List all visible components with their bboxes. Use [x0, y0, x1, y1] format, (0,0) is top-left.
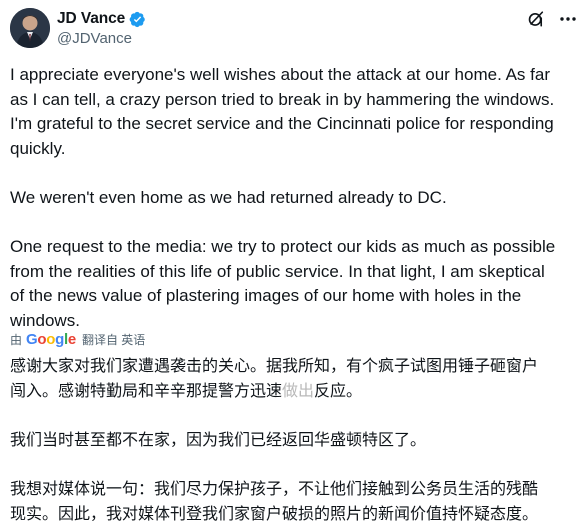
author-display-name[interactable]: JD Vance — [57, 10, 125, 28]
post-line: We weren't even home as we had returned … — [10, 187, 447, 207]
post: JD Vance @JDVance I appreciate everyone'… — [0, 0, 587, 532]
post-line: from the realities of this life of publi… — [10, 261, 545, 281]
post-paragraph-1: I appreciate everyone's well wishes abou… — [10, 63, 576, 161]
verified-badge-icon — [129, 11, 146, 28]
translated-line: 我们当时甚至都不在家，因为我们已经返回华盛顿特区了。 — [10, 429, 427, 449]
translated-line: 反应。 — [314, 380, 363, 400]
google-logo-letter: o — [37, 330, 47, 348]
post-paragraph-3: One request to the media: we try to prot… — [10, 235, 576, 333]
translated-paragraph-2: 我们当时甚至都不在家，因为我们已经返回华盛顿特区了。 — [10, 428, 576, 453]
post-line: I appreciate everyone's well wishes abou… — [10, 65, 550, 84]
more-icon[interactable] — [559, 10, 577, 28]
blurred-text: 做出 — [282, 380, 315, 400]
post-text: I appreciate everyone's well wishes abou… — [10, 63, 576, 334]
post-line: One request to the media: we try to prot… — [10, 237, 556, 257]
translated-paragraph-3: 我想对媒体说一句：我们尽力保护孩子，不让他们接触到公务员生活的残酷 现实。因此，… — [10, 477, 576, 526]
google-logo-letter: e — [67, 330, 76, 348]
avatar[interactable] — [10, 8, 50, 48]
google-logo-letter: g — [55, 330, 65, 348]
translated-by-label: 由 — [10, 332, 23, 347]
google-logo: Google — [26, 331, 76, 348]
google-logo-letter: G — [26, 330, 38, 348]
post-line: as I can tell, a crazy person tried to b… — [10, 89, 555, 109]
translated-paragraph-1: 感谢大家对我们家遭遇袭击的关心。据我所知，有个疯子试图用锤子砸窗户 闯入。感谢特… — [10, 354, 576, 403]
translated-line: 我想对媒体说一句：我们尽力保护孩子，不让他们接触到公务员生活的残酷 — [10, 478, 539, 498]
author-names: JD Vance @JDVance — [57, 9, 146, 47]
translated-from-link[interactable]: 翻译自 英语 — [82, 331, 145, 348]
translated-text: 感谢大家对我们家遭遇袭击的关心。据我所知，有个疯子试图用锤子砸窗户 闯入。感谢特… — [10, 354, 576, 526]
post-line: windows. — [10, 310, 80, 330]
post-line: I'm grateful to the secret service and t… — [10, 114, 554, 134]
post-line: quickly. — [10, 138, 66, 158]
grok-icon[interactable] — [527, 10, 545, 28]
post-line: of the news value of plastering images o… — [10, 286, 522, 306]
translated-line: 感谢大家对我们家遭遇袭击的关心。据我所知，有个疯子试图用锤子砸窗户 — [10, 356, 539, 375]
post-header: JD Vance @JDVance — [10, 8, 577, 52]
post-paragraph-2: We weren't even home as we had returned … — [10, 186, 576, 211]
google-logo-letter: o — [46, 330, 56, 348]
translation-attribution: 由 Google 翻译自 英语 — [10, 330, 145, 348]
translated-line: 闯入。感谢特勤局和辛辛那提警方迅速 — [10, 380, 283, 400]
translated-line: 现实。因此，我对媒体刊登我们家窗户破损的照片的新闻价值持怀疑态度。 — [10, 503, 539, 523]
author-handle[interactable]: @JDVance — [57, 30, 146, 47]
